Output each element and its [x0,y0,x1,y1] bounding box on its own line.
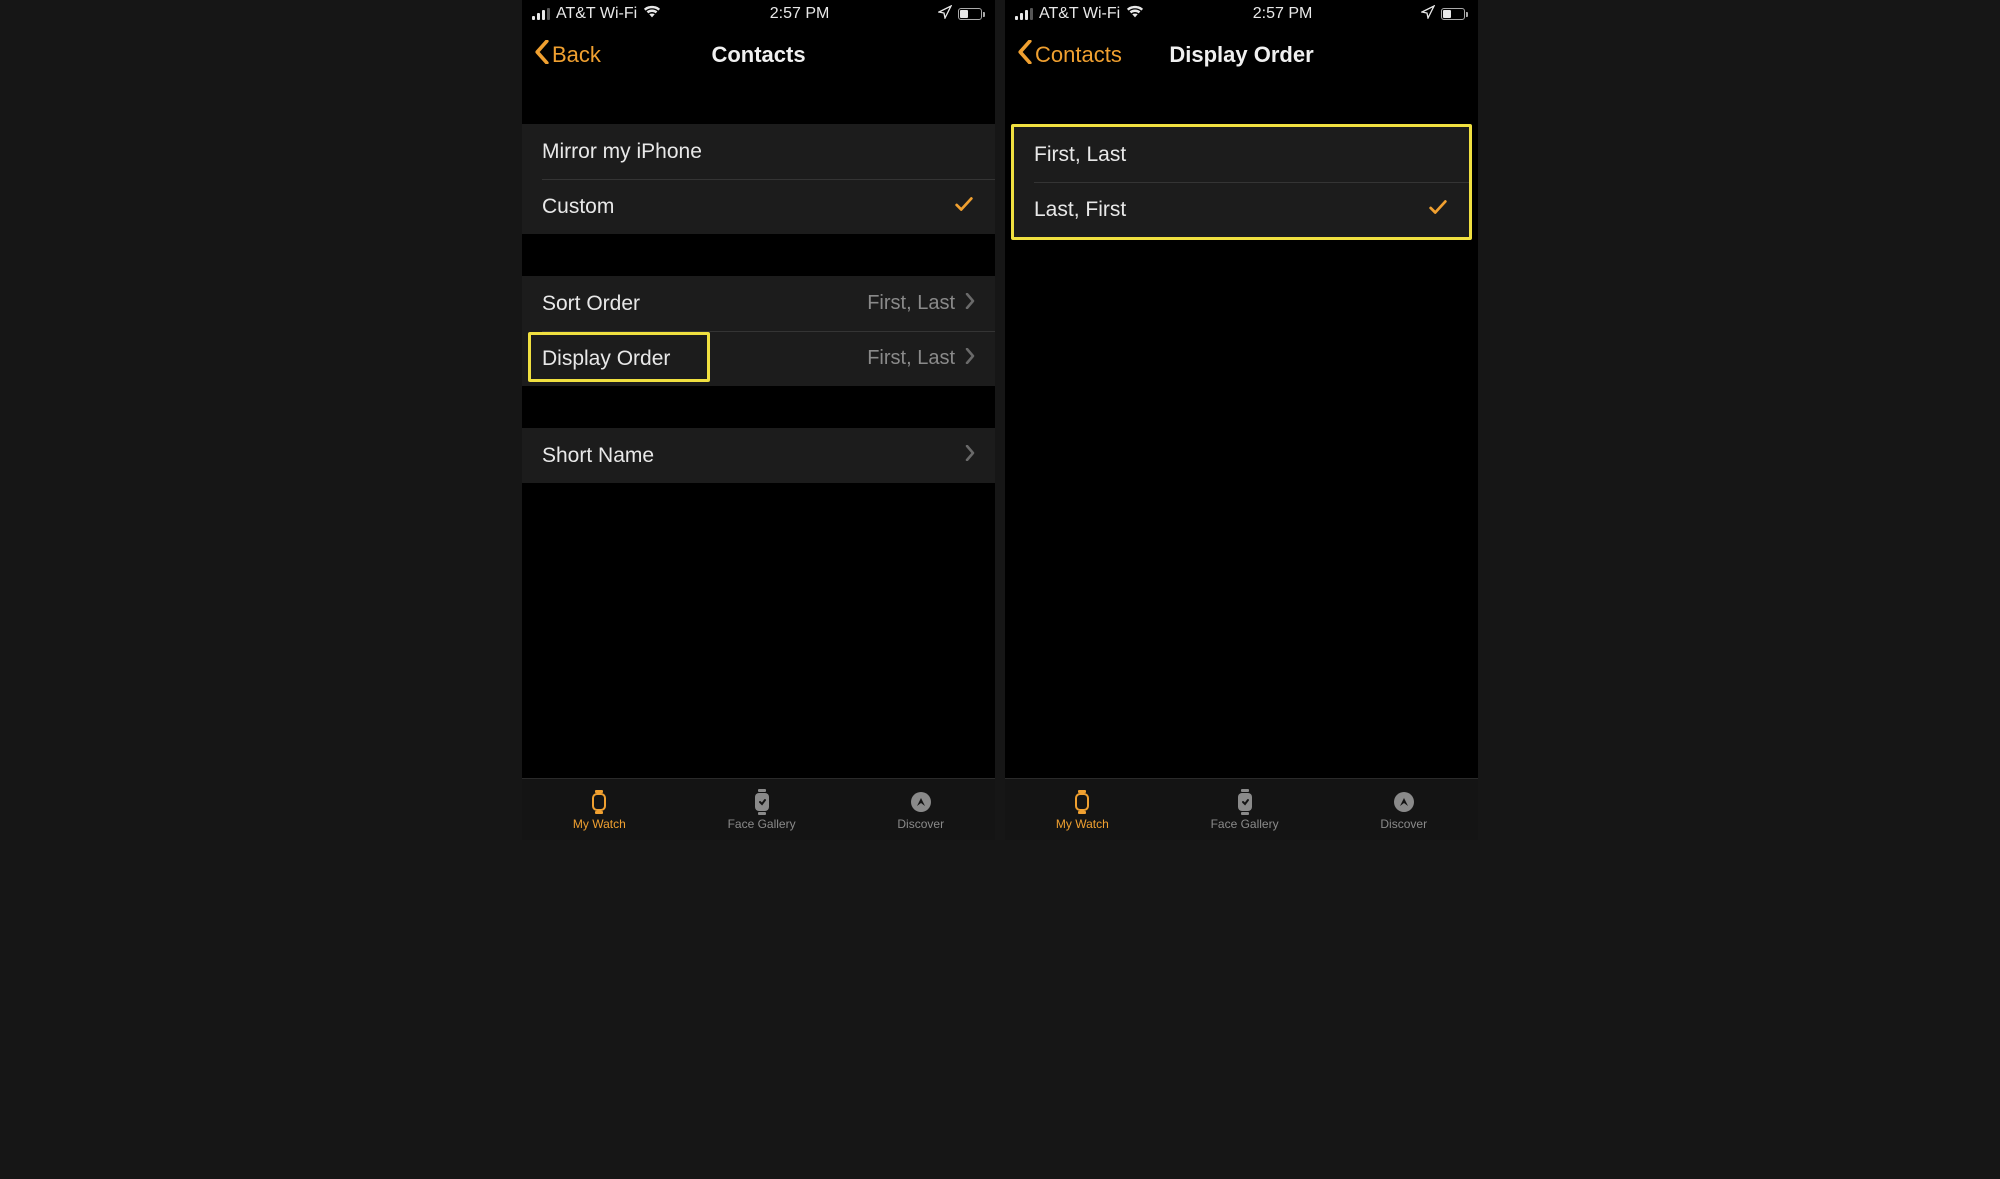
location-icon [1421,5,1435,24]
row-sort-order[interactable]: Sort Order First, Last [522,276,995,331]
tab-face-gallery[interactable]: Face Gallery [1211,789,1279,831]
tab-bar: My Watch Face Gallery Discover [522,778,995,840]
back-label: Contacts [1035,42,1122,68]
tab-my-watch[interactable]: My Watch [573,789,626,831]
location-icon [938,5,952,24]
tab-bar: My Watch Face Gallery Discover [1005,778,1478,840]
chevron-right-icon [965,347,975,370]
checkmark-icon [953,193,975,221]
tab-discover[interactable]: Discover [897,789,944,831]
row-mirror-iphone[interactable]: Mirror my iPhone [522,124,995,179]
carrier-label: AT&T Wi-Fi [1039,5,1120,23]
signal-icon [532,8,550,20]
nav-header: Contacts Display Order [1005,28,1478,82]
phone-screen-contacts: AT&T Wi-Fi 2:57 PM Back [522,0,995,840]
row-custom[interactable]: Custom [522,179,995,234]
status-bar: AT&T Wi-Fi 2:57 PM [522,0,995,28]
option-last-first[interactable]: Last, First [1014,182,1469,237]
compass-icon [1390,789,1418,815]
content-area: Mirror my iPhone Custom Sort Order First… [522,82,995,778]
row-label: Sort Order [542,292,640,316]
tab-label: Discover [1380,817,1427,831]
back-button[interactable]: Contacts [1017,40,1122,70]
section-display-order-options: First, Last Last, First [1011,124,1472,240]
battery-icon [958,8,985,20]
back-label: Back [552,42,601,68]
row-label: Short Name [542,444,654,468]
status-time: 2:57 PM [1253,5,1313,23]
section-sync-mode: Mirror my iPhone Custom [522,124,995,234]
tab-my-watch[interactable]: My Watch [1056,789,1109,831]
status-time: 2:57 PM [770,5,830,23]
wifi-icon [643,5,661,24]
tab-label: My Watch [573,817,626,831]
face-gallery-icon [748,789,776,815]
watch-icon [585,789,613,815]
tab-label: My Watch [1056,817,1109,831]
tab-label: Discover [897,817,944,831]
status-bar: AT&T Wi-Fi 2:57 PM [1005,0,1478,28]
section-order: Sort Order First, Last Display Order Fir… [522,276,995,386]
chevron-right-icon [965,444,975,467]
tab-face-gallery[interactable]: Face Gallery [728,789,796,831]
watch-icon [1068,789,1096,815]
option-label: Last, First [1034,198,1126,222]
content-area: First, Last Last, First [1005,82,1478,778]
row-label: Mirror my iPhone [542,140,702,164]
option-label: First, Last [1034,143,1126,167]
row-label: Custom [542,195,614,219]
tab-label: Face Gallery [728,817,796,831]
tab-label: Face Gallery [1211,817,1279,831]
nav-header: Back Contacts [522,28,995,82]
chevron-right-icon [965,292,975,315]
option-first-last[interactable]: First, Last [1014,127,1469,182]
section-short-name: Short Name [522,428,995,483]
row-short-name[interactable]: Short Name [522,428,995,483]
back-button[interactable]: Back [534,40,601,70]
row-display-order[interactable]: Display Order First, Last [522,331,995,386]
chevron-left-icon [534,40,550,70]
signal-icon [1015,8,1033,20]
row-value: First, Last [867,292,955,315]
face-gallery-icon [1231,789,1259,815]
chevron-left-icon [1017,40,1033,70]
battery-icon [1441,8,1468,20]
checkmark-icon [1427,196,1449,224]
tab-discover[interactable]: Discover [1380,789,1427,831]
row-label: Display Order [542,347,670,371]
phone-screen-display-order: AT&T Wi-Fi 2:57 PM Contacts [1005,0,1478,840]
wifi-icon [1126,5,1144,24]
compass-icon [907,789,935,815]
carrier-label: AT&T Wi-Fi [556,5,637,23]
row-value: First, Last [867,347,955,370]
